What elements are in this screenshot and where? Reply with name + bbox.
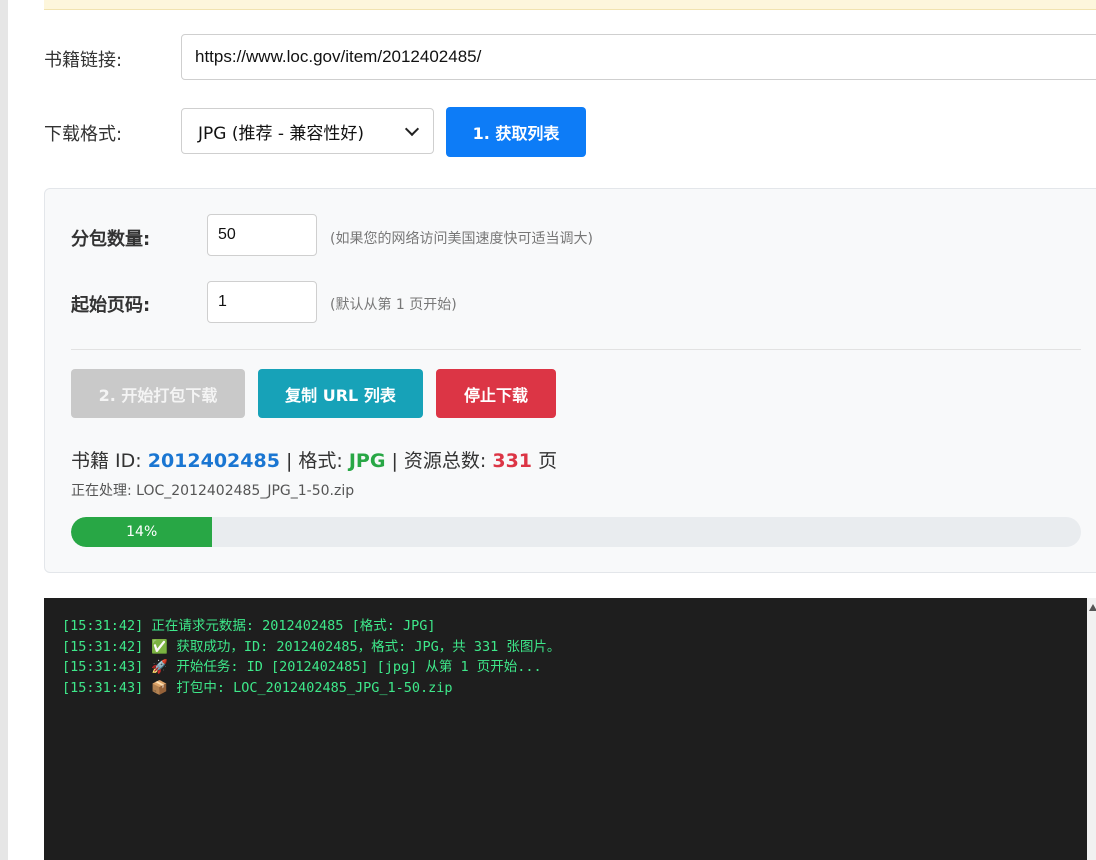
batch-size-label: 分包数量: xyxy=(71,229,151,250)
left-edge xyxy=(0,0,8,860)
total-count-value: 331 xyxy=(492,450,533,472)
processing-status: 正在处理: LOC_2012402485_JPG_1-50.zip xyxy=(71,483,355,499)
book-id-value: 2012402485 xyxy=(147,450,280,472)
stop-download-button[interactable]: 停止下载 xyxy=(436,369,556,418)
notice-banner xyxy=(44,0,1096,10)
log-line: [15:31:43] 🚀 开始任务: ID [2012402485] [jpg]… xyxy=(62,659,542,676)
book-url-input[interactable]: https://www.loc.gov/item/2012402485/ xyxy=(181,34,1096,80)
fetch-list-button[interactable]: 1. 获取列表 xyxy=(446,107,586,157)
progress-fill: 14% xyxy=(71,517,213,547)
scroll-up-icon[interactable] xyxy=(1089,604,1096,611)
format-selected-value: JPG (推荐 - 兼容性好) xyxy=(198,123,365,144)
log-line: [15:31:42] 正在请求元数据: 2012402485 [格式: JPG] xyxy=(62,618,436,634)
log-line: [15:31:43] 📦 打包中: LOC_2012402485_JPG_1-5… xyxy=(62,679,453,696)
url-label: 书籍链接: xyxy=(44,50,123,71)
total-count-unit: 页 xyxy=(532,450,558,472)
log-line: [15:31:42] ✅ 获取成功，ID: 2012402485，格式: JPG… xyxy=(62,638,561,655)
console-scrollbar[interactable] xyxy=(1087,598,1096,860)
progress-bar: 14% xyxy=(71,517,1081,547)
format-info-label: | 格式: xyxy=(279,450,349,472)
format-select[interactable]: JPG (推荐 - 兼容性好) xyxy=(181,108,434,154)
book-url-value: https://www.loc.gov/item/2012402485/ xyxy=(195,47,482,66)
book-id-label: 书籍 ID: xyxy=(71,450,148,472)
start-page-input[interactable]: 1 xyxy=(207,281,317,323)
batch-size-hint: (如果您的网络访问美国速度快可适当调大) xyxy=(330,231,593,247)
chevron-down-icon xyxy=(404,121,420,136)
start-page-hint: (默认从第 1 页开始) xyxy=(330,297,457,313)
copy-url-list-button[interactable]: 复制 URL 列表 xyxy=(258,369,423,418)
panel-divider xyxy=(71,349,1081,350)
book-info-line: 书籍 ID: 2012402485 | 格式: JPG | 资源总数: 331 … xyxy=(71,446,557,473)
total-count-label: | 资源总数: xyxy=(385,450,493,472)
progress-label: 14% xyxy=(126,524,158,540)
format-info-value: JPG xyxy=(348,450,386,472)
format-label: 下载格式: xyxy=(44,124,123,145)
batch-size-input[interactable]: 50 xyxy=(207,214,317,256)
start-download-button[interactable]: 2. 开始打包下载 xyxy=(71,369,245,418)
log-console: [15:31:42] 正在请求元数据: 2012402485 [格式: JPG]… xyxy=(44,598,1087,860)
download-panel: 分包数量: 50 (如果您的网络访问美国速度快可适当调大) 起始页码: 1 (默… xyxy=(44,188,1096,573)
start-page-label: 起始页码: xyxy=(71,295,151,316)
